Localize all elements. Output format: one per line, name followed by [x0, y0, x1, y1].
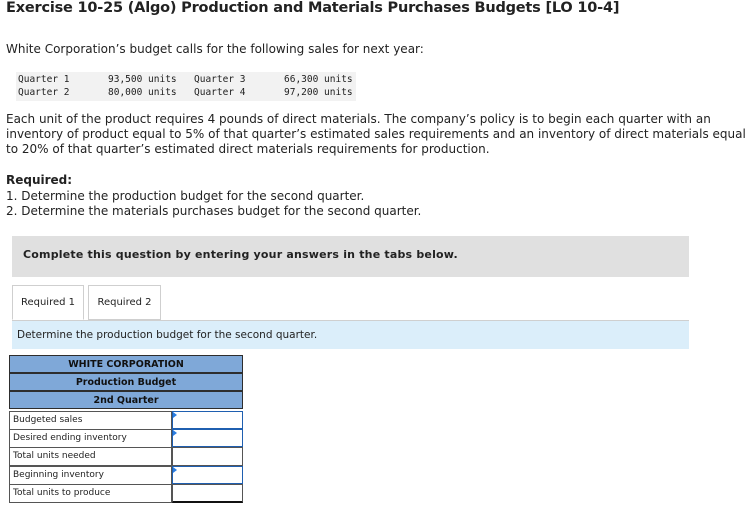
problem-paragraph: Each unit of the product requires 4 poun… — [6, 112, 746, 156]
sales-table: Quarter 1 93,500 units Quarter 3 66,300 … — [16, 72, 356, 101]
quarter-units: 93,500 units — [108, 74, 177, 85]
period-header: 2nd Quarter — [9, 391, 243, 409]
input-marker-icon — [173, 412, 177, 418]
desired-ending-inventory-input[interactable] — [172, 429, 243, 448]
input-marker-icon — [173, 430, 177, 436]
row-label-total-units-to-produce: Total units to produce — [9, 484, 172, 503]
quarter-units: 80,000 units — [108, 87, 177, 98]
quarter-label: Quarter 2 — [18, 87, 70, 98]
quarter-label: Quarter 1 — [18, 74, 70, 85]
page-title: Exercise 10-25 (Algo) Production and Mat… — [6, 0, 620, 16]
quarter-label: Quarter 4 — [194, 87, 246, 98]
required-list: 1. Determine the production budget for t… — [6, 189, 421, 219]
required-item: 1. Determine the production budget for t… — [6, 189, 365, 203]
row-label-beginning-inventory: Beginning inventory — [9, 466, 172, 485]
instruction-text: Determine the production budget for the … — [17, 329, 318, 341]
tab-label: Required 1 — [20, 297, 76, 308]
quarter-units: 66,300 units — [284, 74, 353, 85]
input-marker-icon — [173, 467, 177, 473]
tab-required-2[interactable]: Required 2 — [88, 285, 161, 320]
total-units-needed-input[interactable] — [172, 447, 243, 466]
intro-text: White Corporation’s budget calls for the… — [6, 42, 424, 56]
required-heading: Required: — [6, 173, 73, 187]
required-item: 2. Determine the materials purchases bud… — [6, 204, 422, 218]
row-label-desired-ending-inventory: Desired ending inventory — [9, 429, 172, 448]
sales-row: Quarter 1 93,500 units Quarter 3 66,300 … — [16, 73, 356, 86]
total-units-to-produce-input[interactable] — [172, 484, 243, 503]
banner-text: Complete this question by entering your … — [23, 248, 458, 261]
row-label-total-units-needed: Total units needed — [9, 447, 172, 466]
tab-instruction: Determine the production budget for the … — [12, 321, 689, 349]
beginning-inventory-input[interactable] — [172, 466, 243, 485]
row-label-budgeted-sales: Budgeted sales — [9, 411, 172, 430]
sales-row: Quarter 2 80,000 units Quarter 4 97,200 … — [16, 86, 356, 99]
company-header: WHITE CORPORATION — [9, 355, 243, 373]
tab-label: Required 2 — [97, 297, 152, 308]
quarter-label: Quarter 3 — [194, 74, 246, 85]
budgeted-sales-input[interactable] — [172, 411, 243, 430]
tab-required-1[interactable]: Required 1 — [12, 285, 84, 320]
budget-header: Production Budget — [9, 373, 243, 391]
instructions-banner: Complete this question by entering your … — [12, 236, 689, 277]
quarter-units: 97,200 units — [284, 87, 353, 98]
